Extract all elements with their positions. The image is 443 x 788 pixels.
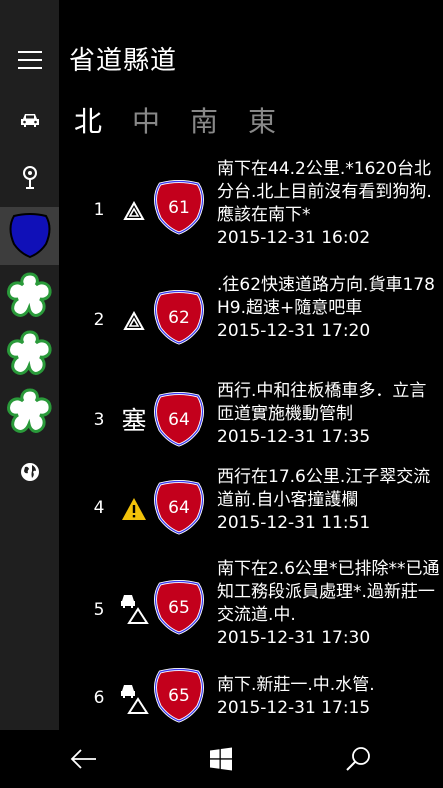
road-number: 64 [168,498,190,518]
back-arrow-icon [70,749,96,769]
incident-time: 2015-12-31 17:35 [217,427,371,447]
car-accident-icon [117,680,151,716]
county-plum-shield-icon [6,272,52,317]
incident-time: 2015-12-31 17:20 [217,321,371,341]
road-number: 64 [168,410,190,430]
item-index: 6 [93,688,105,708]
warning-icon [117,496,151,522]
incident-time: 2015-12-31 17:30 [217,628,371,648]
search-button[interactable] [343,744,373,774]
item-index: 1 [93,200,105,220]
road-shield: 61 [150,180,208,236]
road-number: 61 [168,198,190,218]
incident-list: 1 61 南下在44.2公里.*1620台北分台.北上目前沒有看到狗狗.應該在南… [59,148,443,730]
road-shield: 64 [150,480,208,536]
car-nav-button[interactable] [0,98,59,142]
incident-time: 2015-12-31 16:02 [217,228,371,248]
menu-icon [17,48,42,72]
incident-text: 西行.中和往板橋車多．立言匝道實施機動管制 2015-12-31 17:35 [217,380,442,449]
item-index: 4 [93,498,105,518]
road-shield: 65 [150,668,208,724]
county-road-nav-button-2[interactable] [0,328,59,380]
congestion-label: 塞 [121,406,147,435]
list-item[interactable]: 4 64 西行在17.6公里.江子翠交流道前.自小客撞護欄 2015-12-31… [59,464,443,548]
page-title: 省道縣道 [69,46,178,76]
location-pin-icon [22,166,37,189]
county-road-nav-button-1[interactable] [0,270,59,322]
county-plum-shield-icon [6,330,52,375]
tab-north[interactable]: 北 [74,100,102,140]
car-icon [20,114,39,127]
road-shield: 62 [150,290,208,346]
list-item[interactable]: 2 62 .往62快速道路方向.貨車178H9.超速+隨意吧車 2015-12-… [59,268,443,372]
incident-description: 西行.中和往板橋車多．立言匝道實施機動管制 [217,381,427,424]
location-nav-button[interactable] [0,156,59,200]
tab-east[interactable]: 東 [248,100,276,140]
globe-icon [20,463,39,481]
incident-description: .往62快速道路方向.貨車178H9.超速+隨意吧車 [217,275,435,318]
windows-start-icon [210,747,232,771]
incident-text: 西行在17.6公里.江子翠交流道前.自小客撞護欄 2015-12-31 11:5… [217,466,442,535]
list-item[interactable]: 5 65 南下在2.6公里*已排除**已通知工務段派員處理*.過新莊一交流道.中… [59,558,443,662]
navigation-rail [0,0,59,730]
region-tabs: 北 中 南 東 [74,100,276,140]
incident-description: 南下.新莊一.中.水管. [217,675,375,695]
incident-text: .往62快速道路方向.貨車178H9.超速+隨意吧車 2015-12-31 17… [217,274,442,343]
incident-text: 南下在2.6公里*已排除**已通知工務段派員處理*.過新莊一交流道.中. 201… [217,558,442,650]
car-accident-icon [117,590,151,626]
incident-description: 南下在2.6公里*已排除**已通知工務段派員處理*.過新莊一交流道.中. [217,559,440,625]
list-item[interactable]: 6 65 南下.新莊一.中.水管. 2015-12-31 17:15 [59,666,443,730]
provincial-shield-icon [9,213,50,259]
list-item[interactable]: 1 61 南下在44.2公里.*1620台北分台.北上目前沒有看到狗狗.應該在南… [59,152,443,262]
incident-text: 南下.新莊一.中.水管. 2015-12-31 17:15 [217,674,442,720]
item-index: 2 [93,310,105,330]
system-navigation-bar [0,730,443,788]
road-shield: 65 [150,580,208,636]
road-number: 62 [168,308,190,328]
hazard-triangle-icon [117,308,151,334]
back-button[interactable] [69,744,99,774]
incident-time: 2015-12-31 17:15 [217,698,371,718]
congestion-text-icon: 塞 [117,404,151,435]
start-button[interactable] [206,744,236,774]
road-shield: 64 [150,392,208,448]
list-item[interactable]: 3 塞 64 西行.中和往板橋車多．立言匝道實施機動管制 2015-12-31 … [59,378,443,458]
search-icon [346,747,370,771]
incident-description: 西行在17.6公里.江子翠交流道前.自小客撞護欄 [217,467,431,510]
tab-central[interactable]: 中 [132,100,160,140]
provincial-road-nav-button[interactable] [0,207,59,265]
globe-nav-button[interactable] [0,452,59,492]
hazard-triangle-icon [117,198,151,224]
incident-time: 2015-12-31 11:51 [217,513,371,533]
tab-south[interactable]: 南 [190,100,218,140]
county-road-nav-button-3[interactable] [0,386,59,438]
item-index: 5 [93,600,105,620]
incident-description: 南下在44.2公里.*1620台北分台.北上目前沒有看到狗狗.應該在南下* [217,159,432,225]
road-number: 65 [168,598,190,618]
road-number: 65 [168,686,190,706]
item-index: 3 [93,410,105,430]
incident-text: 南下在44.2公里.*1620台北分台.北上目前沒有看到狗狗.應該在南下* 20… [217,158,442,250]
menu-button[interactable] [0,38,59,82]
county-plum-shield-icon [6,388,52,433]
